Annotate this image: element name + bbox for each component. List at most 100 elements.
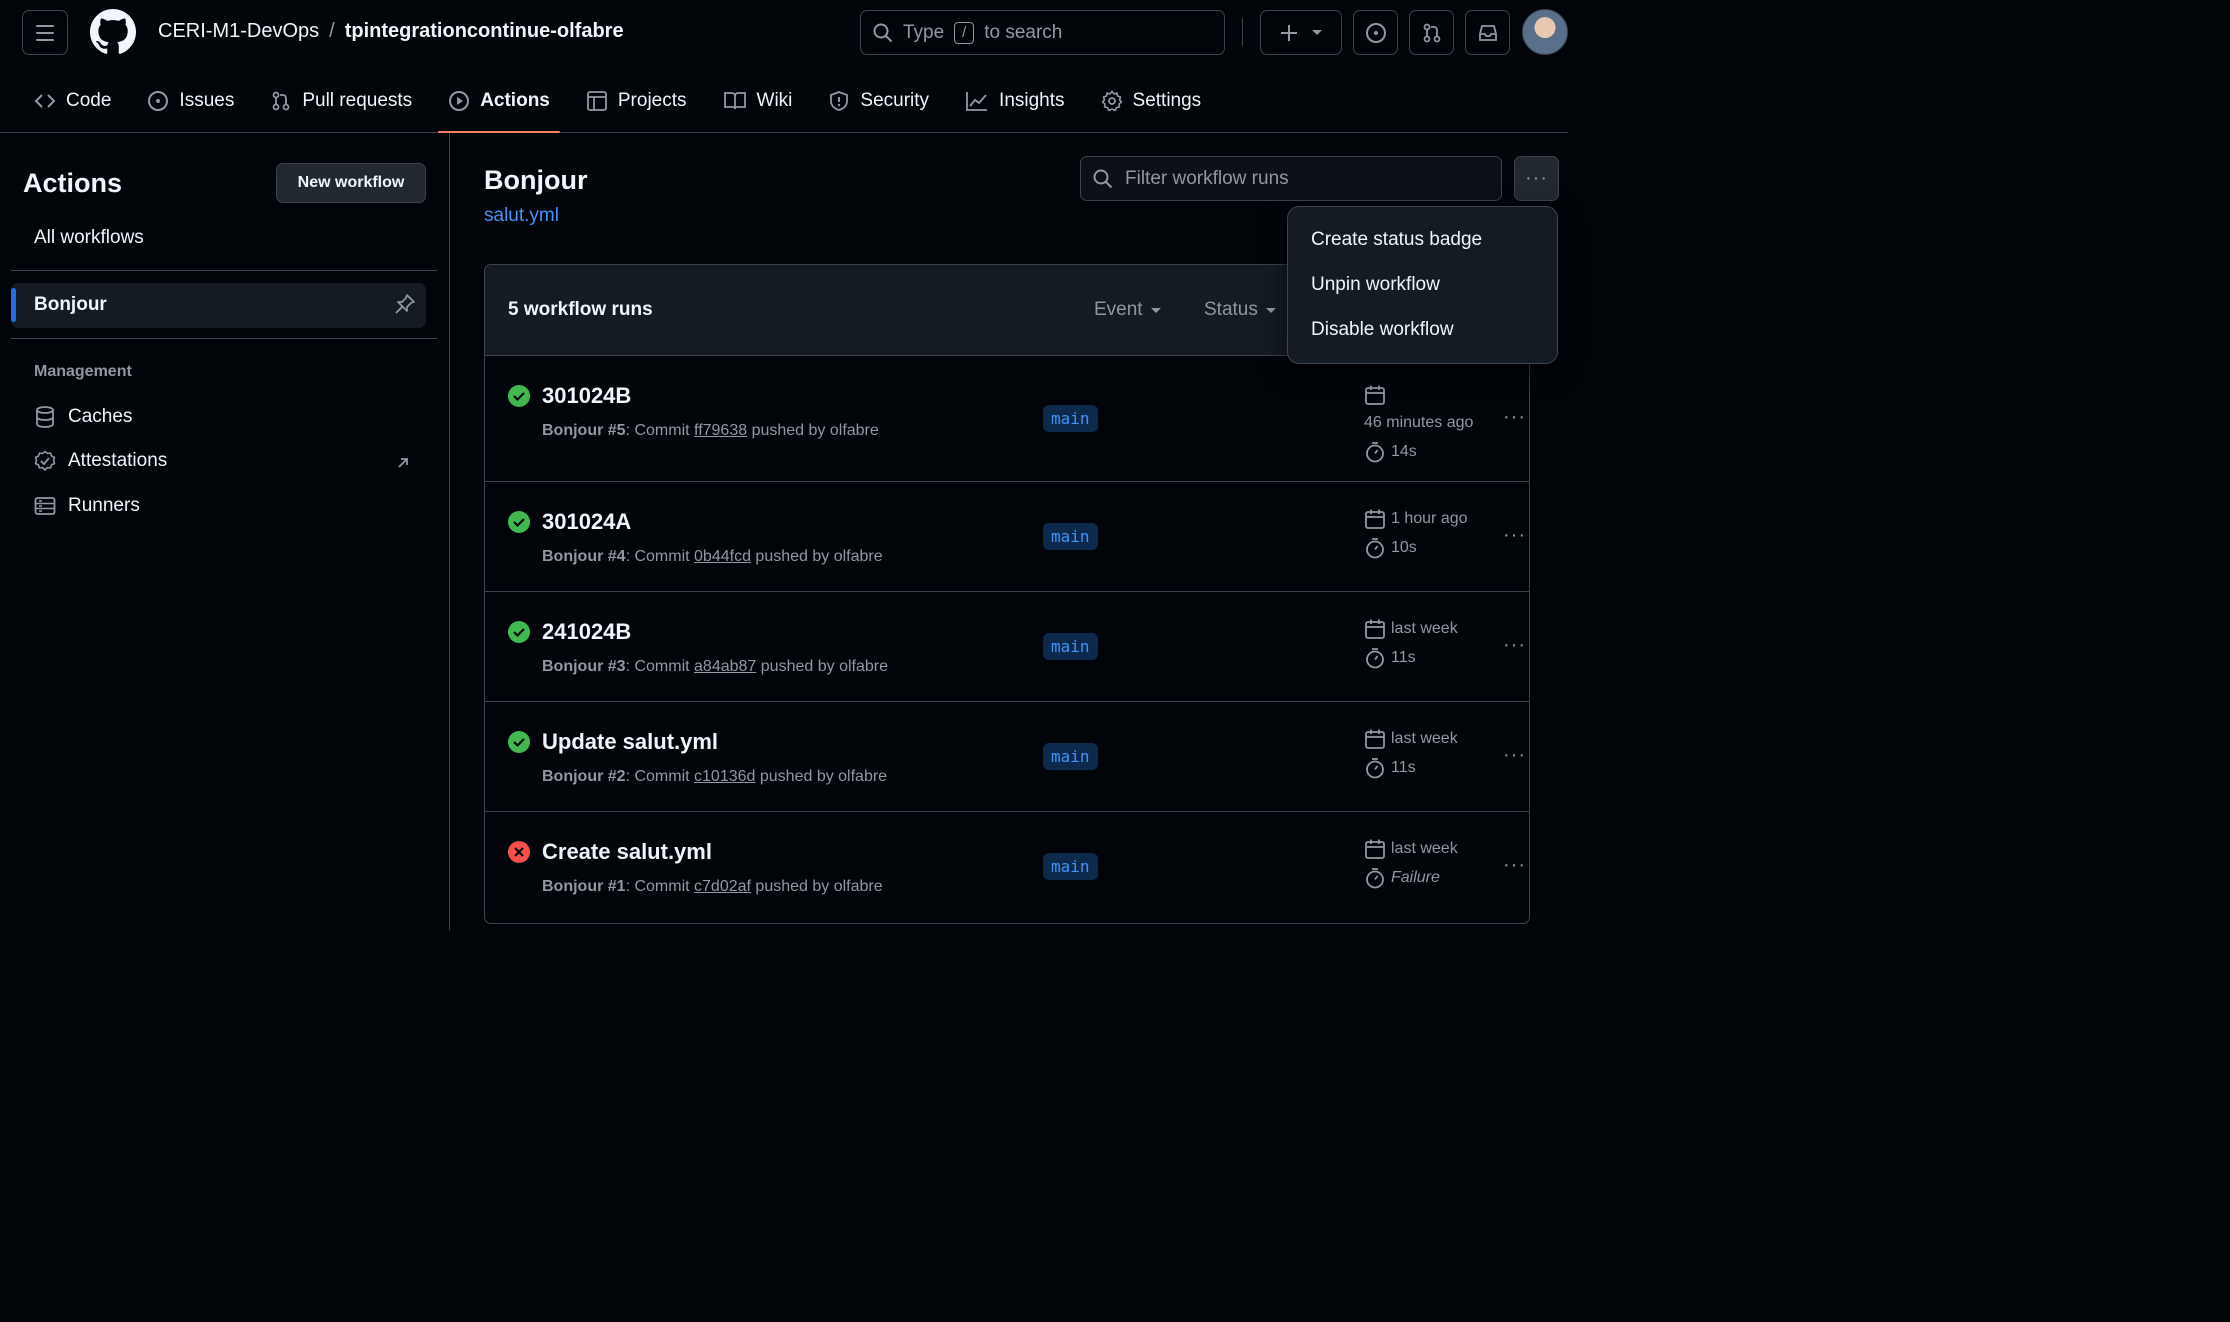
branch-badge[interactable]: main	[1043, 405, 1098, 432]
table-row[interactable]: 301024A Bonjour #4: Commit 0b44fcd pushe…	[485, 482, 1529, 592]
database-icon	[36, 406, 54, 428]
run-time-ago: 46 minutes ago	[1364, 413, 1474, 431]
table-row[interactable]: 301024B Bonjour #5: Commit ff79638 pushe…	[485, 356, 1529, 482]
git-pull-request-icon	[1423, 23, 1440, 42]
shield-icon	[830, 90, 849, 111]
menu-button[interactable]	[22, 10, 68, 55]
run-number: #3	[607, 658, 626, 675]
sidebar-item-caches[interactable]: Caches	[34, 405, 132, 429]
workflow-file-link[interactable]: salut.yml	[484, 205, 559, 227]
tab-label: Insights	[999, 89, 1065, 111]
status-filter-dropdown[interactable]: Status	[1204, 299, 1276, 321]
run-pushed-by: pushed by olfabre	[755, 878, 883, 895]
run-title[interactable]: 301024B	[542, 383, 631, 409]
run-duration: 14s	[1391, 442, 1417, 460]
tab-label: Issues	[179, 89, 235, 111]
run-title[interactable]: Create salut.yml	[542, 839, 712, 865]
branch-badge[interactable]: main	[1043, 523, 1098, 550]
repo-link[interactable]: tpintegrationcontinue-olfabre	[345, 20, 624, 43]
commit-sha-link[interactable]: 0b44fcd	[694, 548, 751, 565]
check-circle-icon	[508, 511, 530, 533]
menu-item-create-status-badge[interactable]: Create status badge	[1311, 229, 1482, 251]
menu-item-unpin-workflow[interactable]: Unpin workflow	[1311, 274, 1440, 296]
x-circle-icon	[508, 841, 530, 863]
issues-button[interactable]	[1353, 10, 1398, 55]
tab-issues[interactable]: Issues	[129, 78, 252, 123]
chevron-down-icon	[1150, 307, 1161, 313]
sidebar-divider	[11, 270, 437, 271]
chevron-down-icon	[1312, 30, 1322, 35]
calendar-icon	[1365, 839, 1385, 859]
row-kebab-icon[interactable]: ···	[1503, 744, 1526, 767]
run-subtitle: Bonjour #1: Commit c7d02af pushed by olf…	[542, 878, 883, 896]
pull-requests-button[interactable]	[1409, 10, 1454, 55]
run-meta: 46 minutes ago 14s	[1364, 382, 1473, 466]
commit-sha-link[interactable]: a84ab87	[694, 658, 756, 675]
tab-security[interactable]: Security	[810, 78, 947, 123]
tab-code[interactable]: Code	[0, 78, 129, 123]
avatar[interactable]	[1522, 9, 1568, 55]
tab-wiki[interactable]: Wiki	[705, 78, 811, 123]
row-kebab-icon[interactable]: ···	[1503, 524, 1526, 547]
sidebar-item-label: Bonjour	[34, 294, 107, 315]
verified-icon	[34, 450, 56, 471]
search-icon	[873, 23, 893, 42]
run-title[interactable]: 241024B	[542, 619, 631, 645]
tab-actions[interactable]: Actions	[430, 78, 568, 133]
tab-projects[interactable]: Projects	[568, 78, 705, 123]
row-kebab-icon[interactable]: ···	[1503, 634, 1526, 657]
run-time-ago: 1 hour ago	[1391, 509, 1468, 527]
run-duration: Failure	[1391, 868, 1440, 886]
global-search[interactable]: Type / to search	[860, 10, 1225, 55]
run-title[interactable]: 301024A	[542, 509, 631, 535]
check-circle-icon	[508, 385, 530, 407]
active-indicator	[11, 288, 16, 322]
run-pushed-by: pushed by olfabre	[755, 548, 883, 565]
branch-badge[interactable]: main	[1043, 633, 1098, 660]
tab-label: Security	[860, 89, 930, 111]
tab-label: Settings	[1132, 89, 1202, 111]
inbox-icon	[1478, 24, 1497, 41]
filter-workflow-runs-input[interactable]: Filter workflow runs	[1080, 156, 1502, 201]
menu-item-disable-workflow[interactable]: Disable workflow	[1311, 319, 1454, 341]
create-new-button[interactable]	[1260, 10, 1342, 55]
sidebar-item-attestations[interactable]: Attestations	[34, 450, 167, 472]
branch-badge[interactable]: main	[1043, 743, 1098, 770]
event-filter-dropdown[interactable]: Event	[1094, 299, 1161, 321]
run-title[interactable]: Update salut.yml	[542, 729, 718, 755]
sidebar-item-all-workflows[interactable]: All workflows	[34, 227, 144, 249]
tab-pull-requests[interactable]: Pull requests	[252, 78, 430, 123]
stopwatch-icon	[1366, 441, 1384, 462]
pin-icon[interactable]	[394, 293, 416, 315]
kebab-horizontal-icon[interactable]: ···	[1514, 156, 1559, 201]
table-row[interactable]: 241024B Bonjour #3: Commit a84ab87 pushe…	[485, 592, 1529, 702]
owner-link[interactable]: CERI-M1-DevOps	[158, 20, 319, 43]
github-logo-icon[interactable]	[90, 9, 136, 55]
table-row[interactable]: Create salut.yml Bonjour #1: Commit c7d0…	[485, 812, 1529, 923]
issue-opened-icon	[148, 90, 169, 111]
commit-sha-link[interactable]: c10136d	[694, 768, 755, 785]
table-row[interactable]: Update salut.yml Bonjour #2: Commit c101…	[485, 702, 1529, 812]
run-duration: 10s	[1391, 538, 1417, 556]
status-filter-label: Status	[1204, 299, 1258, 320]
calendar-icon	[1365, 729, 1385, 749]
run-workflow: Bonjour	[542, 878, 604, 895]
commit-sha-link[interactable]: c7d02af	[694, 878, 751, 895]
actions-sidebar: Actions New workflow All workflows Bonjo…	[0, 133, 450, 930]
commit-sha-link[interactable]: ff79638	[694, 422, 747, 439]
sidebar-item-label: Caches	[68, 406, 133, 427]
global-header: CERI-M1-DevOps / tpintegrationcontinue-o…	[0, 0, 1568, 133]
sidebar-item-runners[interactable]: Runners	[34, 495, 140, 517]
graph-icon	[966, 91, 988, 111]
row-kebab-icon[interactable]: ···	[1503, 854, 1526, 877]
play-icon	[449, 90, 470, 111]
branch-badge[interactable]: main	[1043, 853, 1098, 880]
tab-settings[interactable]: Settings	[1083, 78, 1220, 123]
book-icon	[723, 91, 746, 109]
row-kebab-icon[interactable]: ···	[1503, 406, 1526, 429]
new-workflow-button[interactable]: New workflow	[276, 163, 426, 203]
sidebar-item-bonjour[interactable]: Bonjour	[11, 283, 426, 328]
inbox-button[interactable]	[1465, 10, 1510, 55]
run-commit-prefix: : Commit	[625, 878, 690, 895]
tab-insights[interactable]: Insights	[947, 78, 1082, 123]
